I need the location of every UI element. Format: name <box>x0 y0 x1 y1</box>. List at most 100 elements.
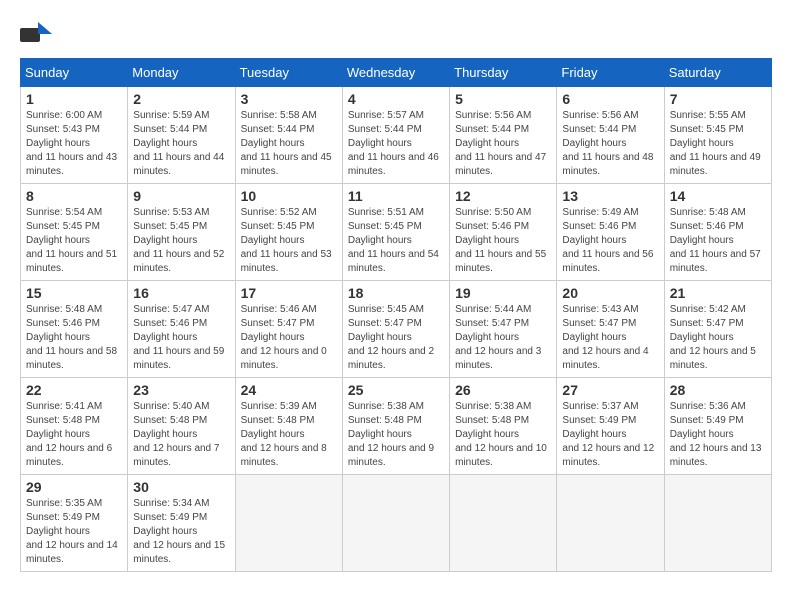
calendar-cell: 19 Sunrise: 5:44 AM Sunset: 5:47 PM Dayl… <box>450 281 557 378</box>
daylight-label: Daylight hours <box>562 429 626 440</box>
calendar-cell <box>342 475 449 572</box>
daylight-label: Daylight hours <box>133 235 197 246</box>
day-info: Sunrise: 5:42 AM Sunset: 5:47 PM Dayligh… <box>670 303 766 373</box>
day-number: 7 <box>670 91 766 107</box>
daylight-label: Daylight hours <box>26 235 90 246</box>
sunrise-label: Sunrise: 6:00 AM <box>26 110 102 121</box>
calendar-cell: 6 Sunrise: 5:56 AM Sunset: 5:44 PM Dayli… <box>557 87 664 184</box>
sunset-label: Sunset: 5:45 PM <box>241 221 315 232</box>
daylight-duration: and 11 hours and 59 minutes. <box>133 346 224 371</box>
day-number: 28 <box>670 382 766 398</box>
calendar-cell: 17 Sunrise: 5:46 AM Sunset: 5:47 PM Dayl… <box>235 281 342 378</box>
sunset-label: Sunset: 5:49 PM <box>562 415 636 426</box>
daylight-duration: and 11 hours and 43 minutes. <box>26 152 117 177</box>
sunrise-label: Sunrise: 5:37 AM <box>562 401 638 412</box>
calendar-cell: 30 Sunrise: 5:34 AM Sunset: 5:49 PM Dayl… <box>128 475 235 572</box>
daylight-duration: and 11 hours and 53 minutes. <box>241 249 332 274</box>
daylight-duration: and 11 hours and 56 minutes. <box>562 249 653 274</box>
daylight-duration: and 12 hours and 12 minutes. <box>562 443 654 468</box>
day-number: 4 <box>348 91 444 107</box>
daylight-label: Daylight hours <box>348 138 412 149</box>
sunrise-label: Sunrise: 5:53 AM <box>133 207 209 218</box>
sunset-label: Sunset: 5:45 PM <box>133 221 207 232</box>
col-header-thursday: Thursday <box>450 59 557 87</box>
day-number: 26 <box>455 382 551 398</box>
day-number: 2 <box>133 91 229 107</box>
day-info: Sunrise: 5:58 AM Sunset: 5:44 PM Dayligh… <box>241 109 337 179</box>
daylight-duration: and 11 hours and 45 minutes. <box>241 152 332 177</box>
day-info: Sunrise: 5:53 AM Sunset: 5:45 PM Dayligh… <box>133 206 229 276</box>
daylight-duration: and 11 hours and 44 minutes. <box>133 152 224 177</box>
daylight-duration: and 12 hours and 2 minutes. <box>348 346 434 371</box>
day-number: 18 <box>348 285 444 301</box>
day-info: Sunrise: 5:59 AM Sunset: 5:44 PM Dayligh… <box>133 109 229 179</box>
sunrise-label: Sunrise: 5:47 AM <box>133 304 209 315</box>
day-info: Sunrise: 5:56 AM Sunset: 5:44 PM Dayligh… <box>562 109 658 179</box>
calendar-cell: 27 Sunrise: 5:37 AM Sunset: 5:49 PM Dayl… <box>557 378 664 475</box>
day-info: Sunrise: 5:56 AM Sunset: 5:44 PM Dayligh… <box>455 109 551 179</box>
sunset-label: Sunset: 5:49 PM <box>133 512 207 523</box>
day-number: 10 <box>241 188 337 204</box>
sunset-label: Sunset: 5:44 PM <box>455 124 529 135</box>
sunrise-label: Sunrise: 5:55 AM <box>670 110 746 121</box>
day-info: Sunrise: 5:52 AM Sunset: 5:45 PM Dayligh… <box>241 206 337 276</box>
sunrise-label: Sunrise: 5:34 AM <box>133 498 209 509</box>
day-info: Sunrise: 5:54 AM Sunset: 5:45 PM Dayligh… <box>26 206 122 276</box>
calendar-cell <box>664 475 771 572</box>
col-header-saturday: Saturday <box>664 59 771 87</box>
sunset-label: Sunset: 5:48 PM <box>348 415 422 426</box>
sunrise-label: Sunrise: 5:44 AM <box>455 304 531 315</box>
daylight-label: Daylight hours <box>133 138 197 149</box>
day-number: 19 <box>455 285 551 301</box>
calendar-cell <box>557 475 664 572</box>
daylight-label: Daylight hours <box>133 429 197 440</box>
daylight-duration: and 11 hours and 49 minutes. <box>670 152 761 177</box>
calendar-cell: 8 Sunrise: 5:54 AM Sunset: 5:45 PM Dayli… <box>21 184 128 281</box>
daylight-duration: and 12 hours and 9 minutes. <box>348 443 434 468</box>
sunrise-label: Sunrise: 5:43 AM <box>562 304 638 315</box>
daylight-duration: and 12 hours and 14 minutes. <box>26 540 118 565</box>
sunset-label: Sunset: 5:45 PM <box>348 221 422 232</box>
calendar-cell: 13 Sunrise: 5:49 AM Sunset: 5:46 PM Dayl… <box>557 184 664 281</box>
col-header-sunday: Sunday <box>21 59 128 87</box>
daylight-label: Daylight hours <box>133 526 197 537</box>
sunrise-label: Sunrise: 5:59 AM <box>133 110 209 121</box>
day-number: 1 <box>26 91 122 107</box>
page-header <box>20 20 772 48</box>
day-number: 6 <box>562 91 658 107</box>
daylight-duration: and 12 hours and 8 minutes. <box>241 443 327 468</box>
day-number: 22 <box>26 382 122 398</box>
sunset-label: Sunset: 5:49 PM <box>26 512 100 523</box>
calendar-cell: 7 Sunrise: 5:55 AM Sunset: 5:45 PM Dayli… <box>664 87 771 184</box>
day-info: Sunrise: 5:40 AM Sunset: 5:48 PM Dayligh… <box>133 400 229 470</box>
sunset-label: Sunset: 5:44 PM <box>562 124 636 135</box>
sunrise-label: Sunrise: 5:56 AM <box>455 110 531 121</box>
calendar-cell: 22 Sunrise: 5:41 AM Sunset: 5:48 PM Dayl… <box>21 378 128 475</box>
sunrise-label: Sunrise: 5:54 AM <box>26 207 102 218</box>
col-header-monday: Monday <box>128 59 235 87</box>
sunset-label: Sunset: 5:46 PM <box>133 318 207 329</box>
day-number: 9 <box>133 188 229 204</box>
sunset-label: Sunset: 5:46 PM <box>670 221 744 232</box>
daylight-duration: and 12 hours and 6 minutes. <box>26 443 112 468</box>
day-number: 13 <box>562 188 658 204</box>
daylight-label: Daylight hours <box>455 332 519 343</box>
day-info: Sunrise: 6:00 AM Sunset: 5:43 PM Dayligh… <box>26 109 122 179</box>
sunset-label: Sunset: 5:49 PM <box>670 415 744 426</box>
daylight-duration: and 11 hours and 54 minutes. <box>348 249 439 274</box>
calendar-cell: 16 Sunrise: 5:47 AM Sunset: 5:46 PM Dayl… <box>128 281 235 378</box>
sunset-label: Sunset: 5:47 PM <box>455 318 529 329</box>
daylight-duration: and 11 hours and 47 minutes. <box>455 152 546 177</box>
day-info: Sunrise: 5:49 AM Sunset: 5:46 PM Dayligh… <box>562 206 658 276</box>
daylight-duration: and 12 hours and 5 minutes. <box>670 346 756 371</box>
sunset-label: Sunset: 5:44 PM <box>241 124 315 135</box>
calendar-cell: 24 Sunrise: 5:39 AM Sunset: 5:48 PM Dayl… <box>235 378 342 475</box>
day-info: Sunrise: 5:34 AM Sunset: 5:49 PM Dayligh… <box>133 497 229 567</box>
daylight-label: Daylight hours <box>670 429 734 440</box>
day-info: Sunrise: 5:35 AM Sunset: 5:49 PM Dayligh… <box>26 497 122 567</box>
sunrise-label: Sunrise: 5:50 AM <box>455 207 531 218</box>
sunrise-label: Sunrise: 5:58 AM <box>241 110 317 121</box>
day-number: 25 <box>348 382 444 398</box>
daylight-label: Daylight hours <box>241 332 305 343</box>
logo <box>20 20 56 48</box>
